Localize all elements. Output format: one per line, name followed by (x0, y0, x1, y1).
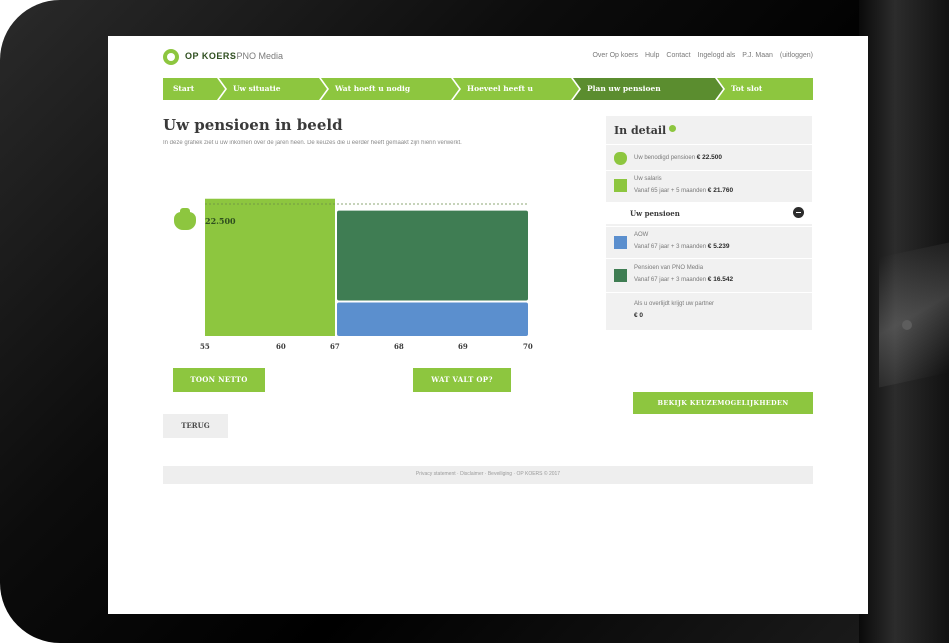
detail-benodigd-text: Uw benodigd pensioen € 22.500 (634, 154, 723, 161)
page-intro: In deze grafiek ziet u uw inkomen over d… (163, 140, 462, 146)
pension-section-header[interactable]: Uw pensioen (606, 202, 812, 224)
header: OP KOERS - PNO Media Over Op koers Hulp … (163, 48, 813, 68)
step-navigation: Start Uw situatie Wat hoeft u nodig Hoev… (163, 78, 813, 100)
detail-row-benodigd: Uw benodigd pensioen € 22.500 (606, 144, 812, 170)
logo-subtitle: - PNO Media (231, 51, 284, 61)
wat-valt-op-button[interactable]: WAT VALT OP? (413, 368, 511, 392)
x-tick-label: 67 (330, 342, 340, 351)
detail-row-aow: AOW Vanaf 67 jaar + 3 maanden € 5.239 (606, 226, 812, 258)
x-tick-label: 55 (200, 342, 210, 351)
aow-swatch (614, 236, 627, 249)
detail-pensioen-sub: Vanaf 67 jaar + 3 maanden € 16.542 (634, 276, 734, 283)
detail-row-salaris: Uw salaris Vanaf 65 jaar + 5 maanden € 2… (606, 170, 812, 202)
info-icon[interactable] (669, 125, 677, 132)
detail-aow-label: AOW (634, 232, 649, 238)
detail-pensioen-label: Pensioen van PNO Media (634, 265, 704, 271)
logged-in-label: Ingelogd als (697, 52, 736, 59)
x-tick-label: 70 (523, 342, 533, 351)
logout-link[interactable]: (uitloggen) (780, 52, 813, 59)
collapse-icon[interactable] (793, 207, 804, 218)
wallet-icon (174, 208, 196, 230)
link-hulp[interactable]: Hulp (645, 52, 659, 59)
link-over-op-koers[interactable]: Over Op koers (592, 52, 638, 59)
bekijk-keuzemogelijkheden-button[interactable]: BEKIJK KEUZEMOGELIJKHEDEN (633, 392, 813, 414)
tablet-camera (902, 320, 912, 330)
detail-salaris-sub: Vanaf 65 jaar + 5 maanden € 21.760 (634, 187, 734, 194)
footer-links[interactable]: Privacy statement · Disclaimer · Beveili… (163, 471, 813, 477)
user-name: P.J. Maan (742, 52, 773, 59)
back-button[interactable]: TERUG (163, 414, 228, 438)
step-start[interactable]: Start (163, 78, 225, 100)
link-contact[interactable]: Contact (666, 52, 690, 59)
toon-netto-button[interactable]: TOON NETTO (173, 368, 265, 392)
detail-row-partner: Als u overlijdt krijgt uw partner € 0 (606, 292, 812, 326)
screen: OP KOERS - PNO Media Over Op koers Hulp … (108, 36, 868, 614)
step-plan-uw-pensioen[interactable]: Plan uw pensioen (573, 78, 723, 100)
top-links: Over Op koers Hulp Contact Ingelogd als … (592, 52, 813, 59)
salaris-swatch (614, 179, 627, 192)
detail-title: In detail (614, 124, 677, 137)
step-tot-slot[interactable]: Tot slot (717, 78, 813, 100)
bar-aow (337, 302, 528, 336)
x-tick-label: 69 (458, 342, 468, 351)
detail-aow-sub: Vanaf 67 jaar + 3 maanden € 5.239 (634, 243, 730, 250)
logo-text[interactable]: OP KOERS (185, 51, 236, 61)
page-title: Uw pensioen in beeld (163, 116, 343, 134)
x-tick-label: 60 (276, 342, 286, 351)
step-wat-heeft-u-nodig[interactable]: Wat hoeft u nodig (321, 78, 459, 100)
pension-chart: 22.500 55 60 67 68 69 70 (163, 176, 543, 356)
step-hoeveel-heeft-u[interactable]: Hoeveel heeft u (453, 78, 579, 100)
detail-partner-label: Als u overlijdt krijgt uw partner (634, 301, 715, 307)
detail-salaris-label: Uw salaris (634, 176, 662, 182)
x-tick-label: 68 (394, 342, 404, 351)
reference-value-label: 22.500 (205, 216, 236, 226)
detail-row-pensioen: Pensioen van PNO Media Vanaf 67 jaar + 3… (606, 258, 812, 292)
detail-panel: In detail Uw benodigd pensioen € 22.500 … (606, 116, 812, 330)
footer: Privacy statement · Disclaimer · Beveili… (163, 466, 813, 484)
step-uw-situatie[interactable]: Uw situatie (219, 78, 327, 100)
bar-pensioen (337, 210, 528, 301)
tablet-glare (879, 242, 949, 388)
chart-svg (205, 198, 528, 336)
pensioen-swatch (614, 269, 627, 282)
wallet-swatch-icon (614, 152, 627, 165)
detail-partner-value: € 0 (634, 312, 644, 319)
logo-icon (163, 49, 179, 65)
